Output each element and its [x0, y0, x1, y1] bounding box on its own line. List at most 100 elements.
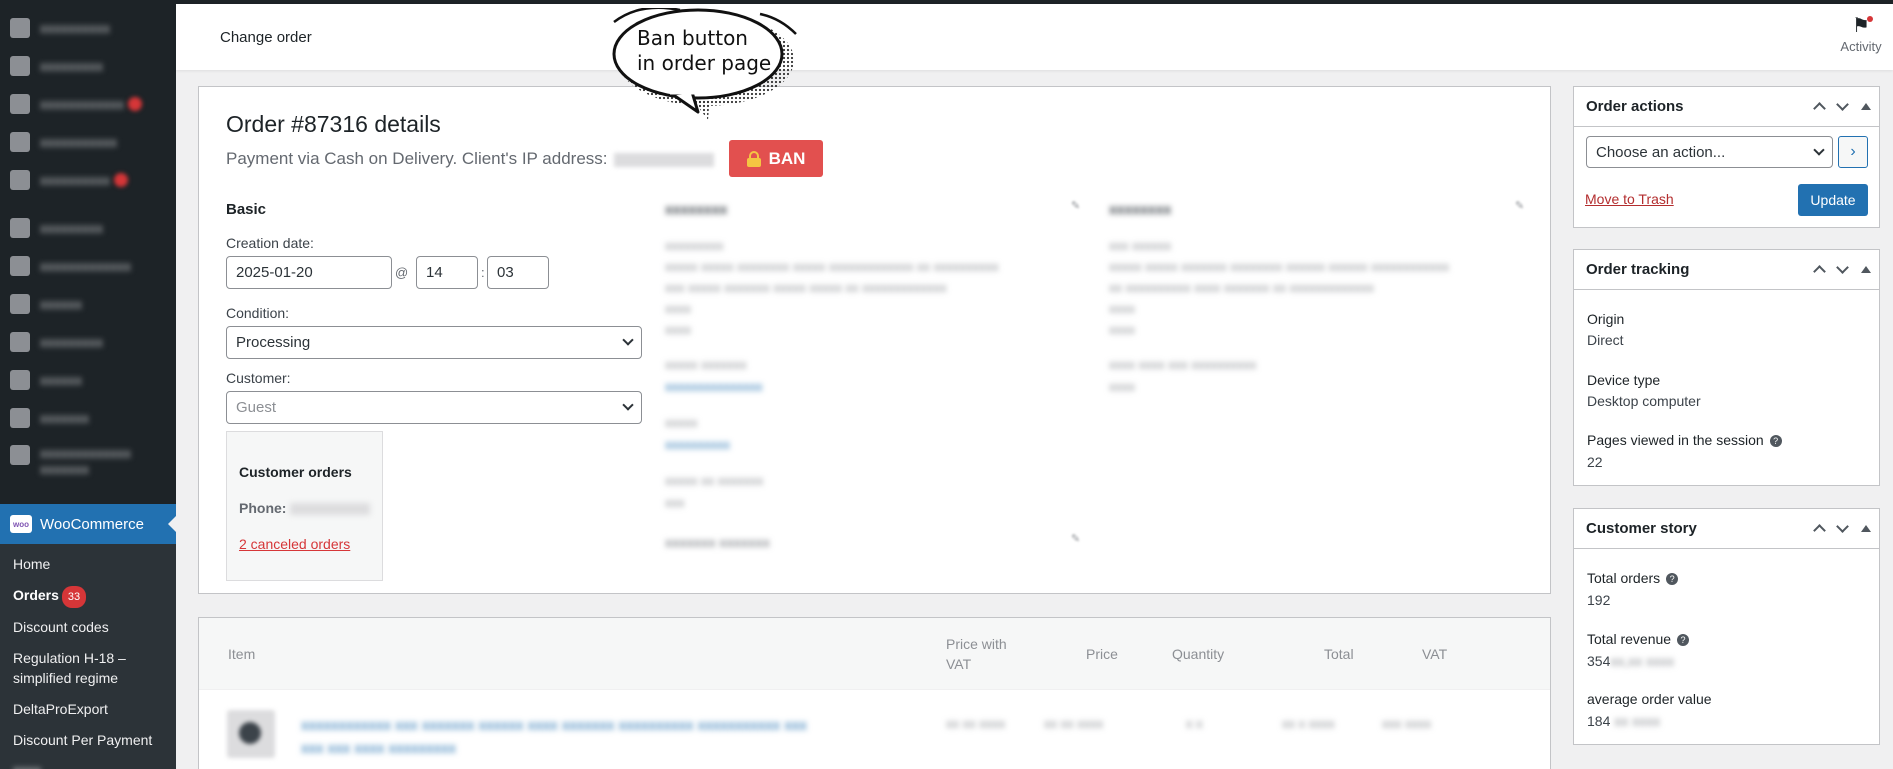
submenu-item-home[interactable]: Home: [13, 554, 50, 574]
sidebar-item[interactable]: xxxxxxxxxxx: [0, 123, 176, 161]
update-button[interactable]: Update: [1798, 184, 1868, 216]
sidebar-item[interactable]: xxxxxxxxx: [0, 323, 176, 361]
canceled-orders-link[interactable]: 2 canceled orders: [239, 536, 350, 552]
edit-icon[interactable]: ✎: [1515, 199, 1525, 212]
sidebar-item[interactable]: xxxxxxxxxxxx: [0, 85, 176, 123]
sidebar-item[interactable]: xxxxxxxxxxxxx xxxxxxx: [0, 437, 176, 489]
condition-select[interactable]: Processing: [226, 326, 642, 359]
sidebar-item[interactable]: xxxxxxxxx: [0, 47, 176, 85]
column-header-total: Total: [1324, 646, 1354, 662]
delivery-address: xxx xxxxxx xxxxx xxxxx xxxxxxx xxxxxxxx x…: [1109, 238, 1450, 337]
product-name-link[interactable]: xxxxxxxxxxxx xxx xxxxxxx xxxxxx xxxx xxx…: [301, 714, 901, 760]
creation-date-label: Creation date:: [226, 235, 314, 251]
callout-line: Ban button: [637, 26, 748, 50]
average-order-label: average order value: [1587, 691, 1712, 707]
callout-bubble: Ban button in order page: [610, 8, 797, 120]
sidebar-item[interactable]: xxxxxxxxxx: [0, 9, 176, 47]
collapse-icon[interactable]: [1861, 524, 1871, 532]
move-down-icon[interactable]: [1836, 261, 1849, 274]
sidebar-item[interactable]: xxxxxx: [0, 285, 176, 323]
column-header-quantity: Quantity: [1172, 646, 1225, 662]
item-vat: xxx xxxx: [1382, 716, 1432, 731]
total-revenue-number: 354: [1587, 653, 1611, 669]
admin-sidebar: xxxxxxxxxx xxxxxxxxx xxxxxxxxxxxx xxxxxx…: [0, 0, 176, 769]
column-header-price: Price: [1086, 646, 1118, 662]
sidebar-item-woocommerce[interactable]: woo WooCommerce: [0, 504, 176, 544]
woocommerce-submenu: Home Orders 33 Discount codes Regulation …: [0, 544, 176, 769]
column-header-text: VAT: [946, 656, 972, 672]
menu-icon: [10, 56, 30, 76]
help-icon[interactable]: ?: [1666, 573, 1679, 586]
move-to-trash-link[interactable]: Move to Trash: [1585, 191, 1674, 207]
item-quantity: x x: [1186, 716, 1203, 731]
box-controls: [1813, 520, 1871, 537]
menu-icon: [10, 445, 30, 465]
menu-icon: [10, 170, 30, 190]
edit-icon[interactable]: ✎: [1071, 199, 1081, 212]
submenu-item-label: Orders: [13, 587, 59, 603]
device-type-label: Device type: [1587, 372, 1661, 388]
condition-label: Condition:: [226, 305, 290, 321]
page-title: Change order: [220, 29, 312, 46]
billing-email-label: xxxxx xxxxxxx: [665, 357, 747, 372]
lock-icon: [746, 150, 761, 167]
ban-button[interactable]: BAN: [729, 140, 823, 177]
apply-action-button[interactable]: ›: [1838, 136, 1868, 168]
activity-button[interactable]: ⚑ Activity: [1831, 16, 1891, 54]
callout-text: Ban button in order page: [637, 26, 771, 76]
billing-invoice-value: xxx: [665, 495, 685, 510]
items-table-header: Item Price with VAT Price Quantity Total…: [199, 618, 1550, 690]
help-icon[interactable]: ?: [1677, 634, 1690, 647]
submenu-item-regulation[interactable]: Regulation H-18 – simplified regime: [13, 648, 126, 688]
chevron-down-icon: [622, 399, 634, 411]
delivery-note-label: xxxx xxxx xxx xxxxxxxxxx: [1109, 357, 1257, 372]
item-price-vat: xx xx xxxx: [946, 716, 1006, 731]
menu-icon: [10, 94, 30, 114]
submenu-item-discount-codes[interactable]: Discount codes: [13, 617, 109, 637]
order-tracking-title: Order tracking: [1586, 261, 1690, 278]
edit-icon[interactable]: ✎: [1071, 532, 1081, 545]
minute-input[interactable]: 03: [487, 256, 549, 289]
sidebar-item[interactable]: xxxxxxxxxx: [0, 161, 176, 199]
submenu-item-orders[interactable]: Orders 33: [13, 585, 87, 608]
time-separator: :: [481, 265, 485, 280]
total-orders-label: Total orders?: [1587, 570, 1679, 586]
date-input[interactable]: 2025-01-20: [226, 256, 392, 289]
order-action-select[interactable]: Choose an action...: [1586, 136, 1833, 168]
collapse-icon[interactable]: [1861, 265, 1871, 273]
total-orders-value: 192: [1587, 592, 1611, 608]
sidebar-item[interactable]: xxxxxxxxx: [0, 209, 176, 247]
customer-story-title: Customer story: [1586, 520, 1697, 537]
sidebar-item[interactable]: xxxxxxx: [0, 399, 176, 437]
help-icon[interactable]: ?: [1769, 435, 1782, 448]
submenu-item-deltaproexport[interactable]: DeltaProExport: [13, 699, 108, 719]
move-down-icon[interactable]: [1836, 98, 1849, 111]
pages-viewed-value: 22: [1587, 454, 1603, 470]
move-down-icon[interactable]: [1836, 520, 1849, 533]
submenu-item-label: Regulation H-18 –: [13, 650, 126, 666]
sidebar-item[interactable]: xxxxxxxxxxxxx: [0, 247, 176, 285]
order-heading: Order #87316 details: [226, 111, 441, 137]
order-tracking-header: Order tracking: [1574, 250, 1879, 290]
payment-info: Payment via Cash on Delivery. Client's I…: [226, 149, 714, 169]
order-items-panel: Item Price with VAT Price Quantity Total…: [198, 617, 1551, 769]
order-tracking-box: Order tracking Origin Direct Device type…: [1573, 249, 1880, 486]
move-up-icon[interactable]: [1813, 265, 1826, 278]
delivery-title: xxxxxxxx: [1109, 201, 1172, 217]
move-up-icon[interactable]: [1813, 102, 1826, 115]
sidebar-item[interactable]: xxxxxx: [0, 361, 176, 399]
average-order-number: 184: [1587, 713, 1611, 729]
customer-value: Guest: [236, 399, 277, 416]
collapse-icon[interactable]: [1861, 102, 1871, 110]
customer-select[interactable]: Guest: [226, 391, 642, 424]
submenu-item[interactable]: xxxx: [13, 760, 41, 769]
billing-email[interactable]: xxxxxxxxxxxxxxx: [665, 379, 763, 394]
callout-line: in order page: [637, 51, 772, 75]
menu-icon: [10, 132, 30, 152]
submenu-item-discount-per-payment[interactable]: Discount Per Payment: [13, 730, 152, 750]
move-up-icon[interactable]: [1813, 524, 1826, 537]
menu-icon: [10, 294, 30, 314]
origin-value: Direct: [1587, 332, 1624, 348]
hour-input[interactable]: 14: [416, 256, 478, 289]
billing-phone[interactable]: xxxxxxxxxx: [665, 437, 730, 452]
